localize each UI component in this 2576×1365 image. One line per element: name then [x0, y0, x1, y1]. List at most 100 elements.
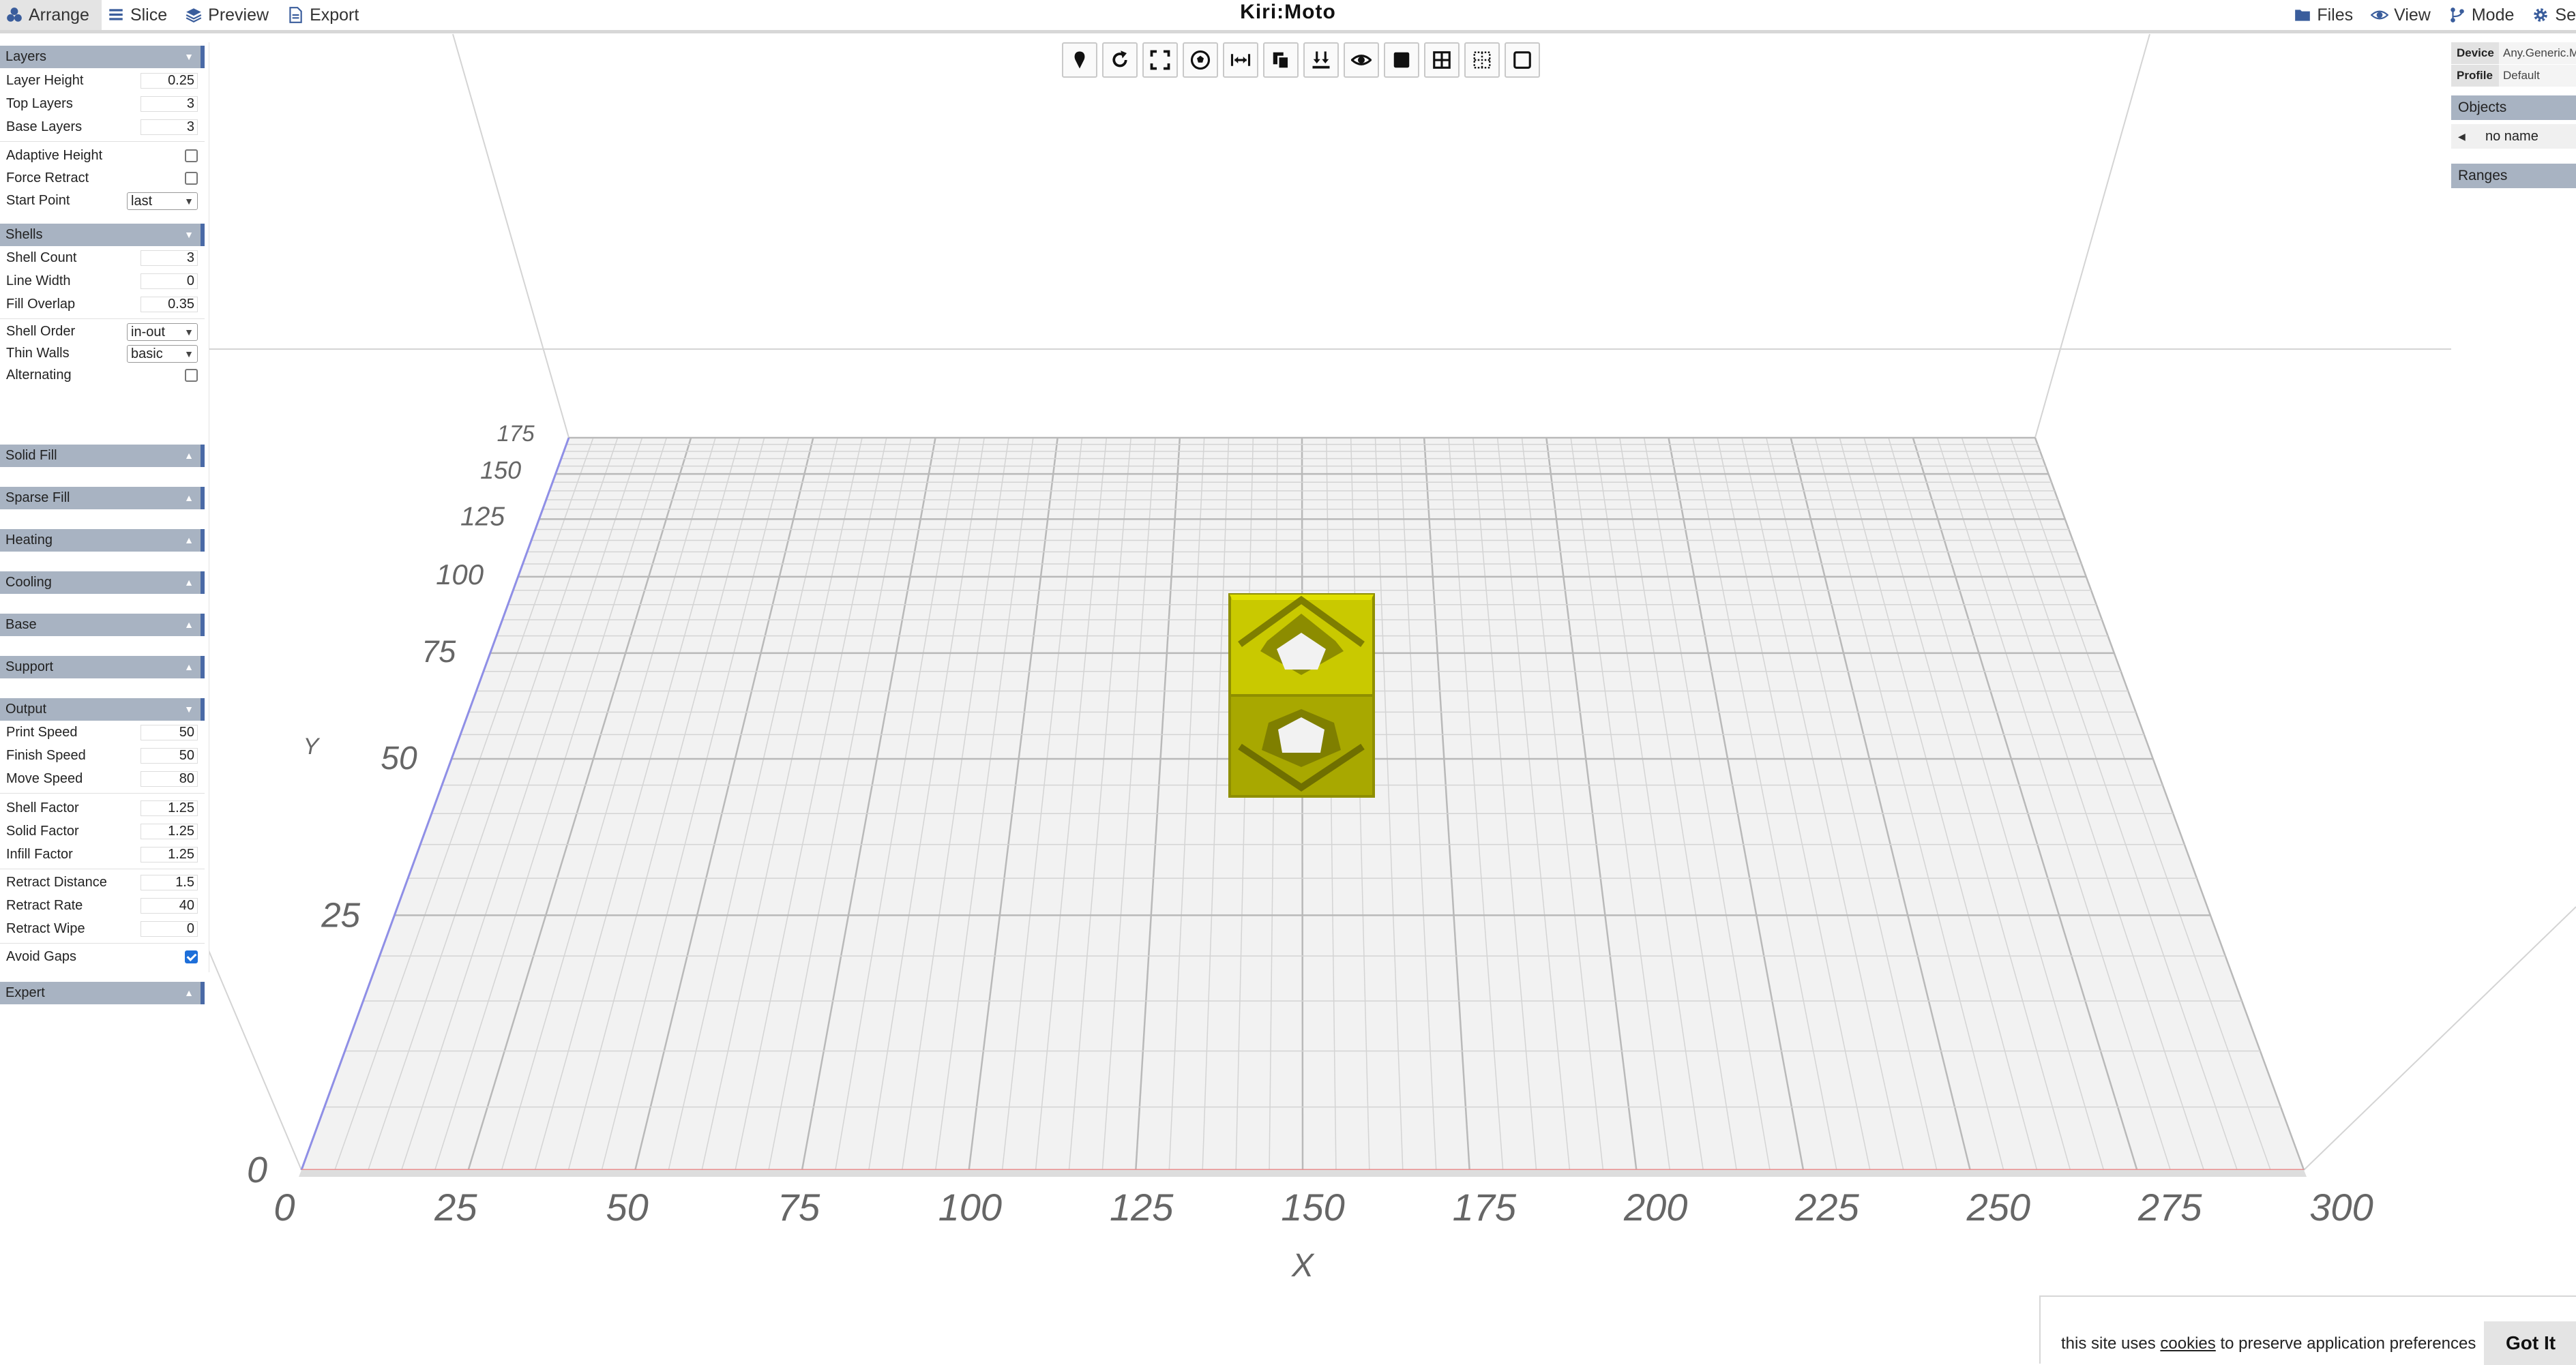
base-layers-label: Base Layers [6, 119, 83, 134]
mode-label: Mode [2471, 5, 2515, 25]
section-cooling-header[interactable]: Cooling ▲ [0, 571, 205, 594]
top-layers-input[interactable]: 3 [140, 96, 198, 112]
device-panel: Device Any.Generic.M Profile Default Objec… [2451, 42, 2576, 192]
toolbar-scale-button[interactable] [1223, 42, 1258, 78]
device-row[interactable]: Device Any.Generic.M [2451, 42, 2576, 64]
objects-header[interactable]: Objects [2451, 95, 2576, 120]
shell-factor-input[interactable]: 1.25 [140, 800, 198, 816]
model-cube[interactable] [1228, 593, 1375, 798]
chevron-up-icon: ▲ [184, 450, 194, 461]
files-menu[interactable]: Files [2288, 0, 2365, 30]
shell-order-select[interactable]: in-out ▼ [127, 323, 198, 341]
device-value: Any.Generic.M [2499, 42, 2576, 64]
eye-icon [2371, 10, 2389, 20]
toolbar-visibility-button[interactable] [1344, 42, 1379, 78]
toolbar-solid-button[interactable] [1384, 42, 1419, 78]
y-tick-label: 125 [460, 502, 505, 531]
got-it-button[interactable]: Got It [2484, 1321, 2576, 1365]
toolbar-fit-button[interactable] [1142, 42, 1178, 78]
copy-icon [1273, 52, 1290, 70]
section-support-header[interactable]: Support ▲ [0, 656, 205, 678]
settings-menu[interactable]: Se [2526, 0, 2576, 30]
cookie-link[interactable]: cookies [2160, 1334, 2215, 1353]
y-tick-label: 175 [497, 421, 535, 446]
chevron-up-icon: ▲ [184, 577, 194, 588]
section-solid-fill-header[interactable]: Solid Fill ▲ [0, 445, 205, 467]
view-label: View [2394, 5, 2431, 25]
caret-left-icon: ◀ [2458, 131, 2466, 142]
base-layers-row: Base Layers 3 [0, 116, 205, 138]
x-tick-label: 200 [1623, 1186, 1687, 1229]
x-tick-label: 0 [273, 1186, 295, 1229]
thin-walls-select[interactable]: basic ▼ [127, 345, 198, 363]
x-tick-label: 225 [1794, 1186, 1859, 1229]
base-layers-input[interactable]: 3 [140, 119, 198, 135]
folder-icon [2295, 10, 2311, 21]
build-plate-viewport[interactable]: 0 25 50 75 100 125 150 175 200 225 250 275 300 02550… [0, 30, 2576, 1364]
toolbar-drop-button[interactable] [1303, 42, 1339, 78]
thin-walls-value: basic [131, 346, 163, 361]
line-width-input[interactable]: 0 [140, 273, 198, 289]
section-heating-header[interactable]: Heating ▲ [0, 529, 205, 552]
toolbar-outline-button[interactable] [1505, 42, 1540, 78]
layer-height-input[interactable]: 0.25 [140, 73, 198, 89]
adaptive-height-checkbox[interactable] [185, 149, 198, 162]
section-shells-title: Shells [5, 227, 43, 242]
device-label: Device [2451, 42, 2499, 64]
section-expert-header[interactable]: Expert ▲ [0, 982, 205, 1004]
move-speed-input[interactable]: 80 [140, 771, 198, 787]
shell-count-input[interactable]: 3 [140, 250, 198, 266]
retract-wipe-label: Retract Wipe [6, 921, 85, 936]
print-speed-label: Print Speed [6, 725, 78, 740]
retract-rate-input[interactable]: 40 [140, 898, 198, 914]
section-output-header[interactable]: Output ▼ [0, 698, 205, 721]
section-support-title: Support [5, 659, 54, 674]
start-point-row: Start Point last ▼ [0, 190, 205, 212]
thin-walls-row: Thin Walls basic ▼ [0, 342, 205, 365]
mode-menu-item[interactable]: Mode [2443, 0, 2527, 30]
object-list-item[interactable]: ◀ no name [2451, 124, 2576, 149]
infill-factor-input[interactable]: 1.25 [140, 847, 198, 862]
cookie-text-after: to preserve application preferences [2215, 1334, 2476, 1353]
thin-walls-label: Thin Walls [6, 346, 70, 361]
print-speed-input[interactable]: 50 [140, 725, 198, 740]
profile-row[interactable]: Profile Default [2451, 65, 2576, 87]
retract-wipe-input[interactable]: 0 [140, 921, 198, 937]
profile-value: Default [2499, 65, 2576, 87]
section-sparse-fill-header[interactable]: Sparse Fill ▲ [0, 487, 205, 509]
solid-factor-input[interactable]: 1.25 [140, 824, 198, 839]
section-layers-header[interactable]: Layers ▼ [0, 46, 205, 68]
toolbar-pin-button[interactable] [1062, 42, 1097, 78]
toolbar-rotate-button[interactable] [1102, 42, 1138, 78]
branch-icon [2451, 7, 2464, 22]
x-tick-label: 25 [434, 1186, 477, 1229]
toolbar-wireframe-button[interactable] [1424, 42, 1460, 78]
fill-overlap-input[interactable]: 0.35 [140, 297, 198, 312]
alternating-checkbox[interactable] [185, 369, 198, 382]
shell-count-label: Shell Count [6, 250, 77, 265]
force-retract-checkbox[interactable] [185, 172, 198, 185]
finish-speed-input[interactable]: 50 [140, 748, 198, 764]
infill-factor-label: Infill Factor [6, 847, 73, 862]
section-cooling-title: Cooling [5, 575, 52, 590]
files-label: Files [2317, 5, 2354, 25]
toolbar-dotted-button[interactable] [1464, 42, 1500, 78]
retract-distance-input[interactable]: 1.5 [140, 875, 198, 890]
chevron-down-icon: ▼ [184, 51, 194, 62]
settings-panel: Layers ▼ Layer Height 0.25 Top Layers 3 Bas… [0, 42, 209, 1004]
start-point-select[interactable]: last ▼ [127, 192, 198, 210]
section-heating-title: Heating [5, 532, 53, 548]
section-shells-header[interactable]: Shells ▼ [0, 224, 205, 246]
section-sparse-fill-title: Sparse Fill [5, 490, 70, 505]
start-point-label: Start Point [6, 193, 70, 208]
cookie-text-before: this site uses [2061, 1334, 2161, 1353]
shell-order-value: in-out [131, 325, 166, 340]
section-layers-title: Layers [5, 49, 47, 64]
view-menu[interactable]: View [2365, 0, 2443, 30]
toolbar-duplicate-button[interactable] [1263, 42, 1299, 78]
ranges-header[interactable]: Ranges [2451, 164, 2576, 188]
retract-wipe-row: Retract Wipe 0 [0, 918, 205, 940]
section-base-header[interactable]: Base ▲ [0, 614, 205, 636]
toolbar-layout-button[interactable] [1183, 42, 1218, 78]
avoid-gaps-checkbox[interactable] [185, 950, 198, 963]
